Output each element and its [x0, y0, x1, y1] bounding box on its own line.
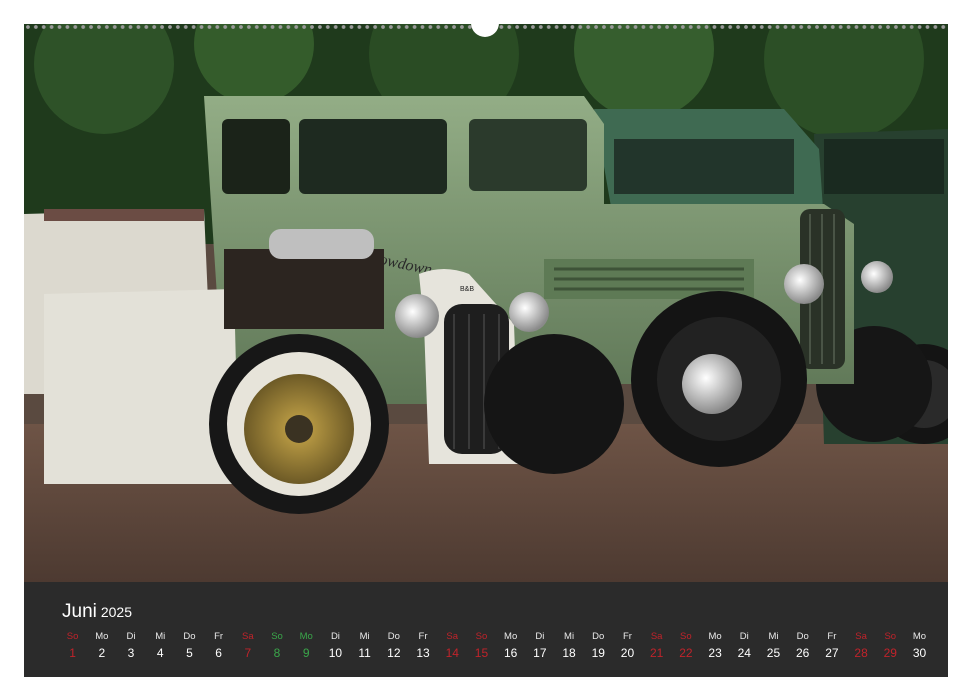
day-column: Di 3	[116, 629, 145, 662]
day-number: 30	[912, 646, 927, 660]
day-column: Do 26	[788, 629, 817, 662]
weekday-label: Do	[796, 631, 809, 642]
day-number: 2	[98, 646, 106, 660]
calendar-strip: Juni 2025 So 1 Mo 2 Di 3 Mi 4 Do 5 Fr 6 Sa 7 So 8 Mo 9 Di 10…	[24, 582, 948, 677]
day-column: Mo 2	[87, 629, 116, 662]
weekday-label: Mi	[155, 631, 166, 642]
day-number: 27	[825, 646, 839, 660]
day-number: 22	[679, 646, 693, 660]
day-column: Di 10	[321, 629, 350, 662]
day-column: Di 24	[730, 629, 759, 662]
day-column: So 29	[876, 629, 905, 662]
day-column: Fr 20	[613, 629, 642, 662]
day-number: 10	[328, 646, 343, 660]
day-number: 3	[127, 646, 135, 660]
day-number: 29	[883, 646, 897, 660]
weekday-label: Sa	[650, 631, 663, 642]
day-number: 1	[69, 646, 76, 660]
weekday-label: Fr	[214, 631, 224, 642]
weekday-label: Mi	[359, 631, 370, 642]
day-number: 5	[186, 646, 193, 660]
day-column: Mo 16	[496, 629, 525, 662]
weekday-label: Fr	[622, 631, 632, 642]
day-number: 11	[358, 646, 371, 660]
day-column: Sa 7	[233, 629, 262, 662]
weekday-label: Fr	[827, 631, 837, 642]
day-number: 16	[503, 646, 518, 660]
day-number: 19	[591, 646, 605, 660]
day-column: Fr 6	[204, 629, 233, 662]
day-number: 4	[156, 646, 164, 660]
day-column: So 15	[467, 629, 496, 662]
day-column: Sa 14	[438, 629, 467, 662]
day-column: Fr 13	[408, 629, 437, 662]
day-number: 21	[649, 646, 664, 660]
day-column: Di 17	[525, 629, 554, 662]
day-number: 20	[620, 646, 635, 660]
day-number: 25	[766, 646, 781, 660]
day-column: Mo 30	[905, 629, 934, 662]
day-number: 6	[215, 646, 222, 660]
calendar-photo: Lowdown B&B	[24, 24, 948, 582]
day-column: Mo 23	[700, 629, 729, 662]
day-column: So 22	[671, 629, 700, 662]
day-number: 9	[302, 646, 310, 660]
weekday-label: So	[884, 631, 897, 642]
weekday-label: Mi	[768, 631, 779, 642]
month-year: 2025	[100, 604, 133, 620]
weekday-label: So	[66, 631, 79, 642]
weekday-label: Mo	[504, 631, 518, 642]
weekday-label: Do	[387, 631, 400, 642]
day-column: Mi 25	[759, 629, 788, 662]
weekday-label: Di	[330, 631, 340, 642]
day-column: Do 12	[379, 629, 408, 662]
day-number: 12	[387, 646, 401, 660]
day-row: So 1 Mo 2 Di 3 Mi 4 Do 5 Fr 6 Sa 7 So 8 Mo 9 Di 10 Mi 11 Do 12 F…	[58, 629, 934, 662]
day-number: 18	[562, 646, 576, 660]
day-number: 28	[854, 646, 868, 660]
weekday-label: Mo	[708, 631, 722, 642]
day-number: 13	[416, 646, 430, 660]
weekday-label: Mi	[564, 631, 575, 642]
weekday-label: Mo	[912, 631, 927, 642]
weekday-label: Di	[739, 631, 749, 642]
day-column: Mi 11	[350, 629, 379, 662]
month-name: Juni	[62, 601, 97, 622]
hot-rod-front-wheel	[484, 334, 624, 474]
weekday-label: Sa	[855, 631, 867, 642]
day-number: 24	[737, 646, 751, 660]
day-number: 17	[533, 646, 547, 660]
day-number: 8	[273, 646, 281, 660]
day-column: Sa 28	[846, 629, 875, 662]
day-column: Mo 9	[292, 629, 321, 662]
day-column: Fr 27	[817, 629, 846, 662]
weekday-label: Sa	[242, 631, 254, 642]
grille-badge: B&B	[460, 286, 474, 293]
month-header: Juni 2025	[62, 601, 132, 623]
weekday-label: Fr	[418, 631, 428, 642]
day-number: 15	[474, 646, 489, 660]
day-number: 26	[796, 646, 810, 660]
weekday-label: Do	[183, 631, 196, 642]
weekday-label: Mo	[299, 631, 313, 642]
day-column: So 1	[58, 629, 87, 662]
weekday-label: So	[680, 631, 692, 642]
day-number: 7	[244, 646, 252, 660]
day-column: Do 19	[584, 629, 613, 662]
weekday-label: Do	[592, 631, 605, 642]
weekday-label: Di	[535, 631, 545, 642]
day-column: Mi 4	[146, 629, 175, 662]
day-number: 23	[708, 646, 722, 660]
weekday-label: Di	[126, 631, 136, 642]
weekday-label: Sa	[446, 631, 459, 642]
day-column: Mi 18	[554, 629, 583, 662]
day-column: Do 5	[175, 629, 204, 662]
day-number: 14	[445, 646, 459, 660]
weekday-label: So	[475, 631, 488, 642]
weekday-label: So	[271, 631, 283, 642]
day-column: Sa 21	[642, 629, 671, 662]
weekday-label: Mo	[95, 631, 109, 642]
day-column: So 8	[262, 629, 291, 662]
